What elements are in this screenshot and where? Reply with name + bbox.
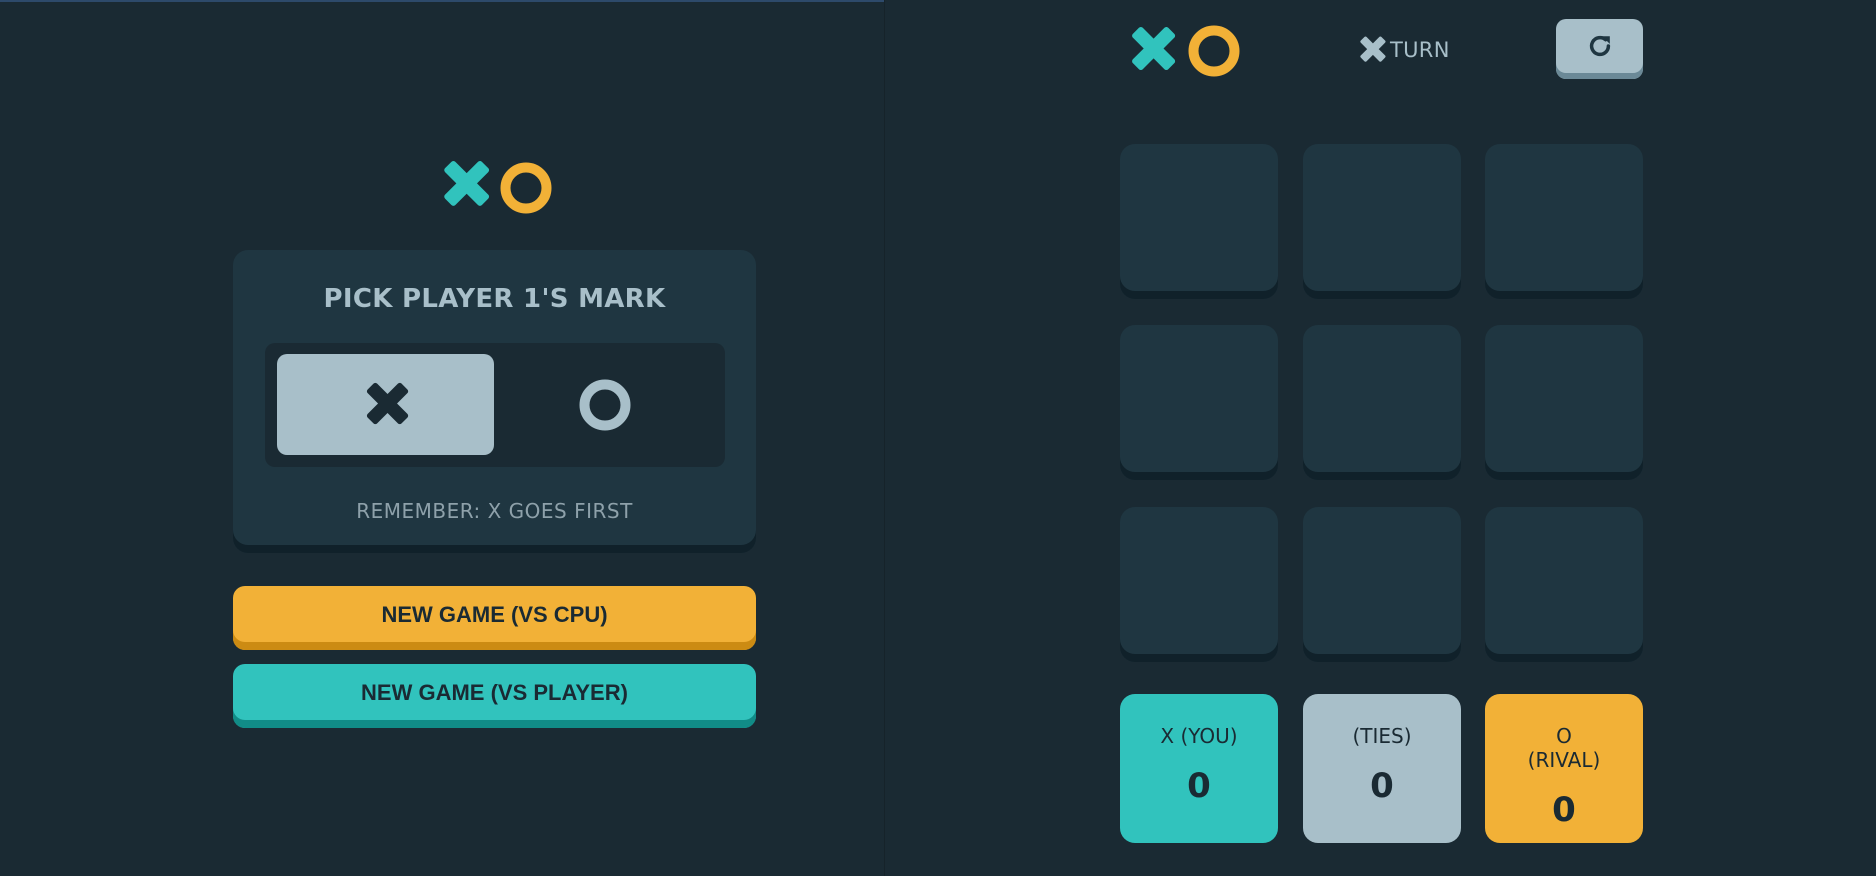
board-cell-4[interactable] xyxy=(1120,325,1278,480)
x-mark-icon xyxy=(1360,36,1386,62)
board-cell-3[interactable] xyxy=(1485,144,1643,299)
pick-mark-title: PICK PLAYER 1'S MARK xyxy=(323,284,666,314)
turn-label: TURN xyxy=(1390,38,1450,62)
score-o: O (RIVAL) 0 xyxy=(1485,694,1643,843)
score-ties-label: (TIES) xyxy=(1352,724,1412,748)
board-cell-1[interactable] xyxy=(1120,144,1278,299)
board-cell-6[interactable] xyxy=(1485,325,1643,480)
x-mark-icon xyxy=(366,382,408,424)
mark-option-x[interactable] xyxy=(277,354,494,455)
menu-logo xyxy=(440,160,552,216)
top-accent-line xyxy=(0,0,884,2)
pick-mark-card: PICK PLAYER 1'S MARK REMEMBER: X GOES FI… xyxy=(233,250,756,553)
board-cell-9[interactable] xyxy=(1485,507,1643,662)
new-game-vs-player-button[interactable]: NEW GAME (VS PLAYER) xyxy=(233,664,756,728)
x-mark-icon xyxy=(444,160,490,206)
game-logo xyxy=(1128,25,1240,79)
reminder-text: REMEMBER: X GOES FIRST xyxy=(356,499,633,523)
turn-indicator: TURN xyxy=(1358,34,1450,66)
panel-divider xyxy=(884,0,885,876)
score-x-label: X (YOU) xyxy=(1160,724,1238,748)
score-x: X (YOU) 0 xyxy=(1120,694,1278,843)
board-cell-2[interactable] xyxy=(1303,144,1461,299)
score-ties: (TIES) 0 xyxy=(1303,694,1461,843)
board-cell-8[interactable] xyxy=(1303,507,1461,662)
score-ties-value: 0 xyxy=(1370,766,1394,806)
board-cell-7[interactable] xyxy=(1120,507,1278,662)
new-game-vs-cpu-button[interactable]: NEW GAME (VS CPU) xyxy=(233,586,756,650)
score-o-label: O (RIVAL) xyxy=(1527,724,1601,772)
restart-icon xyxy=(1589,35,1610,57)
o-mark-icon xyxy=(1188,25,1240,77)
restart-button[interactable] xyxy=(1556,19,1643,79)
board-cell-5[interactable] xyxy=(1303,325,1461,480)
mark-toggle xyxy=(265,343,725,467)
o-mark-icon xyxy=(579,379,630,430)
score-x-value: 0 xyxy=(1187,766,1211,806)
x-mark-icon xyxy=(1132,26,1176,70)
mark-option-o[interactable] xyxy=(496,354,713,455)
score-o-value: 0 xyxy=(1552,790,1576,830)
o-mark-icon xyxy=(500,162,552,214)
